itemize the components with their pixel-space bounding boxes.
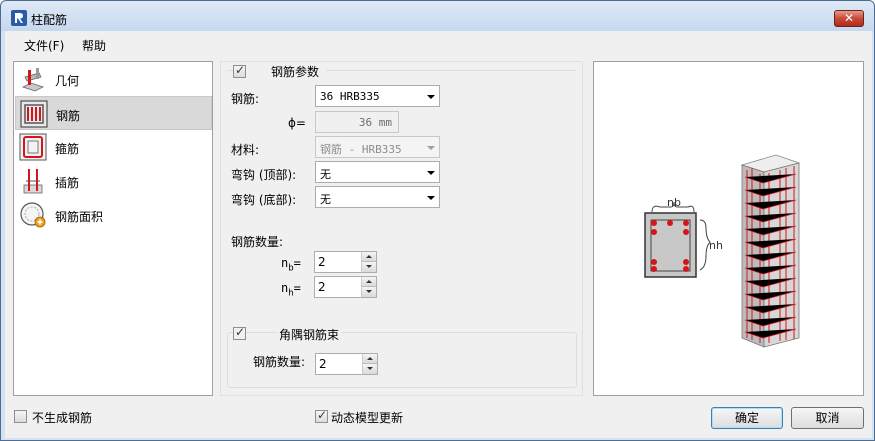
chevron-down-icon	[427, 171, 435, 175]
material-value: 钢筋 - HRB335	[320, 143, 402, 156]
corner-count-label: 钢筋数量:	[253, 355, 306, 369]
rebar-dot	[683, 229, 689, 235]
sidebar-item-label: 几何	[55, 74, 80, 88]
dialog-client-area: 文件(F) 帮助 几何 钢筋 箍筋 插筋 钢筋面积 ✓ 钢筋参数 钢筋: 36 …	[5, 31, 872, 438]
nh-decrement-button[interactable]	[362, 287, 376, 297]
sidebar-item-geometry[interactable]: 几何	[15, 62, 212, 96]
rebar-count-label: 钢筋数量:	[231, 235, 284, 249]
revit-app-icon	[11, 10, 27, 26]
sidebar-item-label: 钢筋面积	[55, 210, 104, 224]
corner-bundle-title: 角隅钢筋束	[277, 326, 342, 343]
material-select: 钢筋 - HRB335	[315, 136, 440, 158]
menu-file[interactable]: 文件(F)	[24, 37, 64, 54]
rebar-dot	[683, 266, 689, 272]
hook-bottom-label: 弯钩 (底部):	[231, 193, 297, 207]
sidebar-item-label: 箍筋	[55, 142, 80, 156]
corner-count-value: 2	[319, 357, 327, 371]
chevron-down-icon	[427, 146, 435, 150]
group-border	[326, 70, 576, 71]
dynamic-update-checkbox[interactable]: ✓	[315, 408, 328, 423]
nb-decrement-button[interactable]	[362, 262, 376, 272]
nb-dim-label: nb	[667, 196, 681, 209]
rebar-dot	[667, 220, 673, 226]
nh-stepper[interactable]: 2	[314, 276, 377, 298]
no-rebar-label: 不生成钢筋	[32, 411, 93, 425]
geometry-icon	[21, 68, 45, 92]
phi-field: 36 mm	[315, 111, 399, 133]
category-list: 几何 钢筋 箍筋 插筋 钢筋面积	[13, 61, 213, 396]
column-3d-diagram	[740, 154, 801, 348]
cancel-button[interactable]: 取消	[791, 407, 864, 429]
menu-help[interactable]: 帮助	[82, 37, 106, 54]
parameters-panel: ✓ 钢筋参数 钢筋: 36 HRB335 ϕ= 36 mm 材料: 钢筋 - H…	[220, 61, 583, 396]
no-rebar-checkbox[interactable]	[14, 410, 27, 423]
corner-increment-button[interactable]	[363, 354, 377, 364]
ok-button[interactable]: 确定	[711, 407, 783, 429]
chevron-down-icon	[427, 95, 435, 99]
stirrup-icon	[19, 133, 47, 161]
column-preview: nb nh	[644, 154, 801, 348]
corner-spin-buttons	[362, 354, 377, 374]
sidebar-item-stirrup[interactable]: 箍筋	[15, 130, 212, 164]
rebar-icon	[20, 100, 48, 128]
rebar-params-checkbox[interactable]: ✓	[233, 63, 246, 78]
rebar-label: 钢筋:	[231, 92, 260, 106]
nb-label: nb=	[281, 256, 301, 274]
dynamic-update-label: 动态模型更新	[331, 411, 404, 425]
hook-bottom-value: 无	[320, 193, 331, 206]
nh-spin-buttons	[361, 277, 376, 297]
dialog-window: 柱配筋 ✕ 文件(F) 帮助 几何 钢筋 箍筋 插筋 钢筋面积 ✓ 钢筋参数 钢…	[0, 0, 875, 441]
title-bar: 柱配筋 ✕	[1, 1, 874, 31]
rebar-type-value: 36 HRB335	[320, 90, 380, 103]
hook-bottom-select[interactable]: 无	[315, 186, 440, 208]
rebar-dot	[651, 259, 657, 265]
nb-spin-buttons	[361, 252, 376, 272]
hook-top-label: 弯钩 (顶部):	[231, 168, 297, 182]
rebar-dot	[683, 259, 689, 265]
nb-value: 2	[318, 255, 326, 269]
sidebar-item-label: 钢筋	[56, 109, 81, 123]
rebar-dot	[651, 266, 657, 272]
nh-value: 2	[318, 280, 326, 294]
phi-value: 36 mm	[358, 116, 392, 129]
nh-dim-label: nh	[709, 239, 723, 252]
hook-top-value: 无	[320, 168, 331, 181]
nb-increment-button[interactable]	[362, 252, 376, 262]
preview-panel: nb nh	[593, 61, 864, 396]
sidebar-item-rebar[interactable]: 钢筋	[15, 96, 212, 130]
chevron-down-icon	[427, 196, 435, 200]
rebar-params-title: 钢筋参数	[271, 65, 320, 79]
nh-label: nh=	[281, 281, 301, 299]
menu-bar: 文件(F) 帮助	[5, 31, 872, 55]
sidebar-item-rebar-area[interactable]: 钢筋面积	[15, 198, 212, 232]
cross-section-diagram: nb nh	[644, 196, 723, 278]
rebar-dot	[683, 220, 689, 226]
close-button[interactable]: ✕	[834, 10, 864, 27]
corner-bundle-checkbox[interactable]: ✓	[233, 325, 246, 340]
rebar-dot	[651, 220, 657, 226]
corner-decrement-button[interactable]	[363, 364, 377, 374]
sidebar-item-label: 插筋	[55, 176, 80, 190]
rebar-area-icon	[20, 202, 46, 228]
dowel-icon	[23, 169, 43, 194]
corner-count-stepper[interactable]: 2	[315, 353, 378, 375]
rebar-dot	[651, 229, 657, 235]
phi-label: ϕ=	[288, 116, 306, 130]
window-title: 柱配筋	[31, 13, 68, 27]
nh-increment-button[interactable]	[362, 277, 376, 287]
rebar-type-select[interactable]: 36 HRB335	[315, 85, 440, 107]
sidebar-item-dowel[interactable]: 插筋	[15, 164, 212, 198]
hook-top-select[interactable]: 无	[315, 161, 440, 183]
material-label: 材料:	[231, 143, 260, 157]
nb-stepper[interactable]: 2	[314, 251, 377, 273]
